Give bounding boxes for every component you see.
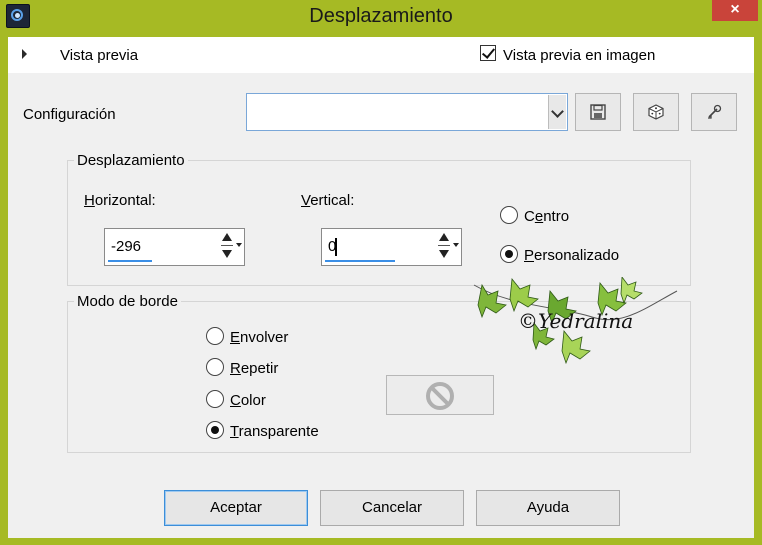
horizontal-dropdown-icon[interactable] — [236, 243, 242, 247]
vertical-label-text: ertical: — [310, 192, 355, 209]
cancel-button[interactable]: Cancelar — [320, 490, 464, 526]
chevron-down-icon — [551, 105, 564, 118]
horizontal-spin-arrows[interactable] — [221, 231, 233, 263]
ok-button[interactable]: Aceptar — [164, 490, 308, 526]
transparent-label-accel: T — [230, 423, 239, 440]
preview-in-image-checkbox[interactable] — [480, 45, 496, 61]
save-preset-button[interactable] — [575, 93, 621, 131]
offset-group: Desplazamiento — [67, 152, 691, 286]
color-radio[interactable] — [206, 390, 224, 408]
repeat-label[interactable]: Repetir — [230, 360, 278, 377]
custom-label-accel: P — [524, 247, 535, 264]
color-label-text: olor — [240, 392, 266, 409]
select-dropdown-button[interactable] — [548, 95, 566, 129]
color-label[interactable]: Color — [230, 392, 266, 409]
center-label-accel: e — [534, 208, 544, 225]
vertical-label: Vertical: — [301, 192, 354, 209]
checkmark-icon — [481, 45, 496, 59]
horizontal-label-accel: H — [84, 192, 95, 209]
save-icon — [590, 104, 606, 120]
title-bar[interactable]: Desplazamiento × — [0, 0, 762, 36]
wrap-label-text: nvolver — [240, 329, 289, 346]
repeat-radio[interactable] — [206, 358, 224, 376]
wrap-radio[interactable] — [206, 327, 224, 345]
horizontal-label-text: orizontal: — [94, 192, 156, 209]
vertical-dropdown-icon[interactable] — [453, 243, 459, 247]
border-mode-title: Modo de borde — [74, 293, 181, 310]
vertical-spin-arrows[interactable] — [438, 231, 450, 263]
center-label[interactable]: Centro — [524, 208, 569, 225]
border-color-swatch[interactable] — [386, 375, 494, 415]
watermark-text: ©Yedralina — [518, 309, 634, 333]
wrap-label-accel: E — [230, 329, 241, 346]
reset-icon — [708, 104, 722, 119]
vertical-spinbox[interactable]: 0 — [321, 228, 462, 266]
center-radio[interactable] — [500, 206, 518, 224]
randomize-icon — [648, 104, 664, 120]
preview-strip: Vista previa Vista previa en imagen — [8, 37, 754, 73]
offset-group-title: Desplazamiento — [74, 152, 188, 169]
expand-arrow-icon[interactable] — [22, 49, 27, 59]
close-button[interactable]: × — [712, 0, 758, 21]
vertical-input-underline — [325, 260, 395, 262]
preview-label[interactable]: Vista previa — [60, 47, 138, 64]
horizontal-input-underline — [108, 260, 152, 262]
horizontal-label: Horizontal: — [84, 192, 156, 209]
config-select[interactable] — [246, 93, 568, 131]
spin-up-icon[interactable] — [222, 233, 232, 241]
horizontal-spinbox[interactable]: -296 — [104, 228, 245, 266]
custom-radio[interactable] — [500, 245, 518, 263]
transparent-label[interactable]: Transparente — [230, 423, 319, 440]
vertical-label-accel: V — [301, 192, 311, 209]
color-label-accel: C — [230, 392, 241, 409]
center-label-prefix: C — [524, 208, 535, 225]
spin-down-icon[interactable] — [439, 250, 449, 258]
repeat-label-text: epetir — [240, 360, 279, 377]
dialog-window: Desplazamiento × Vista previa Vista prev… — [0, 0, 762, 545]
custom-label-text: ersonalizado — [534, 247, 620, 264]
spin-divider — [221, 245, 233, 246]
spin-down-icon[interactable] — [222, 250, 232, 258]
help-button[interactable]: Ayuda — [476, 490, 620, 526]
dialog-client: Vista previa Vista previa en imagen Conf… — [8, 37, 754, 538]
repeat-label-accel: R — [230, 360, 241, 377]
disabled-icon — [426, 382, 454, 410]
text-caret — [335, 238, 337, 256]
center-label-text: ntro — [543, 208, 570, 225]
reset-button[interactable] — [691, 93, 737, 131]
custom-label[interactable]: Personalizado — [524, 247, 619, 264]
preview-in-image-label[interactable]: Vista previa en imagen — [503, 47, 655, 64]
wrap-label[interactable]: Envolver — [230, 329, 288, 346]
config-label: Configuración — [23, 106, 116, 123]
spin-divider — [438, 245, 450, 246]
horizontal-value[interactable]: -296 — [111, 238, 141, 255]
spin-up-icon[interactable] — [439, 233, 449, 241]
transparent-label-text: ransparente — [238, 423, 319, 440]
transparent-radio[interactable] — [206, 421, 224, 439]
randomize-button[interactable] — [633, 93, 679, 131]
window-title: Desplazamiento — [309, 5, 453, 27]
